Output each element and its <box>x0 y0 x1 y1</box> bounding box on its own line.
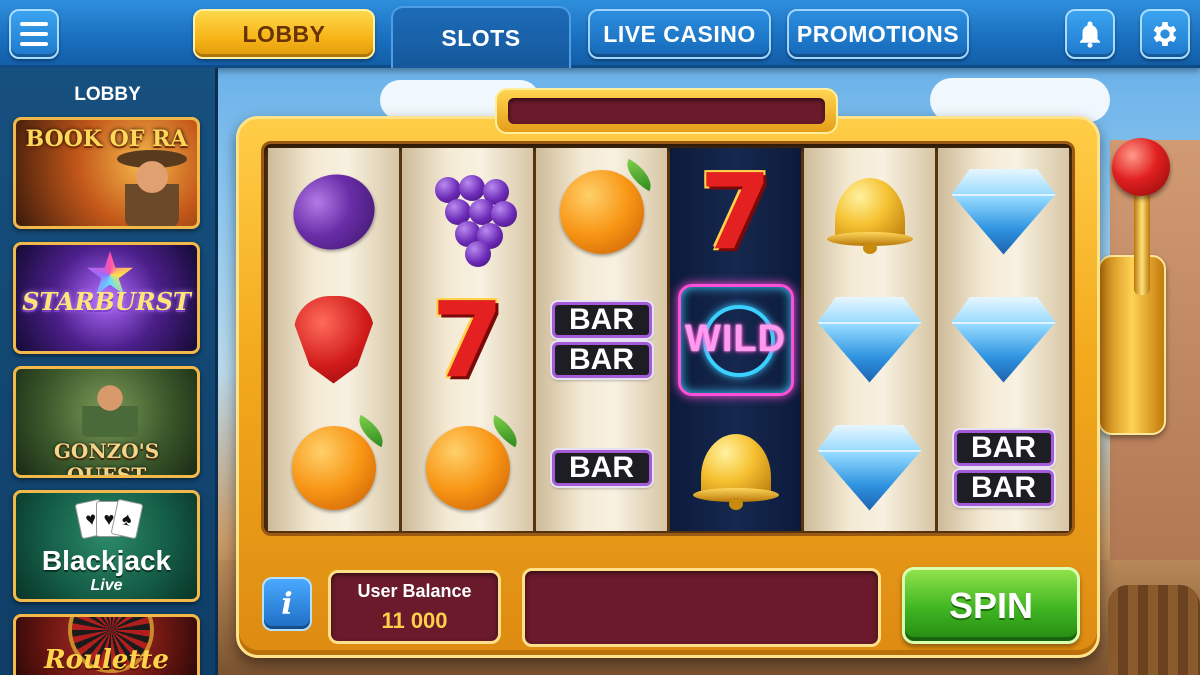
reel-cell <box>268 148 399 275</box>
strawberry-symbol-icon <box>293 295 374 384</box>
seven-symbol: 7 <box>699 150 772 273</box>
reel-cell <box>268 404 399 531</box>
reel-cell <box>938 276 1069 403</box>
lobby-sidebar: LOBBY BOOK OF RA STARBURST GONZO'S QUEST… <box>0 68 218 675</box>
reel-1 <box>268 148 399 531</box>
reel-cell <box>804 404 935 531</box>
game-title: BOOK OF RA <box>25 126 188 152</box>
gear-icon <box>1153 22 1177 46</box>
diamond-symbol-icon <box>951 168 1056 255</box>
spin-button[interactable]: SPIN <box>902 567 1080 644</box>
seven-symbol: 7 <box>431 278 504 401</box>
game-title: GONZO'S QUEST <box>53 439 160 478</box>
bar-symbol: BAR <box>551 449 652 486</box>
hamburger-menu-icon <box>20 22 48 46</box>
reel-3: BAR BAR BAR <box>536 148 667 531</box>
reel-cell <box>804 276 935 403</box>
tab-lobby[interactable]: LOBBY <box>193 9 375 59</box>
orange-symbol-icon <box>559 158 658 254</box>
game-title: Blackjack <box>41 545 172 576</box>
sidebar-title: LOBBY <box>74 84 141 105</box>
reel-6: BAR BAR <box>938 148 1069 531</box>
bar-label: BAR <box>551 341 652 378</box>
tab-slots[interactable]: SLOTS <box>391 6 571 68</box>
bar-label: BAR <box>551 449 652 486</box>
adventurer-icon <box>125 156 179 226</box>
game-subtitle: Live <box>90 577 123 594</box>
reel-cell <box>536 148 667 275</box>
reel-cell <box>938 148 1069 275</box>
game-title: STARBURST <box>22 287 191 316</box>
grapes-symbol-icon <box>425 167 517 267</box>
reel-2: 7 <box>402 148 533 531</box>
reel-cell <box>402 148 533 275</box>
game-thumb-gonzos-quest[interactable]: GONZO'S QUEST <box>13 366 200 478</box>
orange-symbol-icon <box>425 414 524 510</box>
tab-live-casino[interactable]: LIVE CASINO <box>588 9 771 59</box>
lever-base <box>1098 255 1166 435</box>
menu-button[interactable] <box>9 9 59 59</box>
balance-label: User Balance <box>357 581 472 601</box>
bell-symbol-icon <box>826 172 913 254</box>
wild-label: WILD <box>684 318 787 360</box>
game-thumb-book-of-ra[interactable]: BOOK OF RA <box>13 117 200 229</box>
reel-cell: 7 <box>402 276 533 403</box>
message-display <box>522 568 881 647</box>
reel-cell: BAR <box>536 404 667 531</box>
reel-5 <box>804 148 935 531</box>
game-thumb-starburst[interactable]: STARBURST <box>13 242 200 354</box>
orange-symbol-icon <box>291 414 390 510</box>
lever-knob[interactable] <box>1112 138 1170 196</box>
balance-value: 11 000 <box>381 608 448 633</box>
reel-cell <box>670 404 801 531</box>
top-navigation-bar: LOBBY SLOTS LIVE CASINO PROMOTIONS <box>0 0 1200 68</box>
info-button[interactable]: i <box>262 577 312 631</box>
reel-4: 7 WILD <box>670 148 801 531</box>
bell-icon <box>1080 21 1100 48</box>
slot-machine-cabinet: 7 BAR BAR BAR 7 WILD BAR BAR i User Balance … <box>236 116 1100 658</box>
background-barrel <box>1108 585 1200 675</box>
top-display-panel <box>495 88 838 134</box>
top-display-screen <box>508 98 825 124</box>
diamond-symbol-icon <box>951 296 1056 383</box>
notifications-button[interactable] <box>1065 9 1115 59</box>
game-title: Roulette <box>44 645 169 675</box>
reel-cell: BAR BAR <box>938 404 1069 531</box>
wild-symbol: WILD <box>677 283 794 396</box>
reel-cell <box>268 276 399 403</box>
bar-label: BAR <box>953 469 1054 506</box>
reel-cell <box>402 404 533 531</box>
tab-promotions[interactable]: PROMOTIONS <box>787 9 969 59</box>
reels-frame: 7 BAR BAR BAR 7 WILD BAR BAR <box>261 141 1075 536</box>
diamond-symbol-icon <box>817 424 922 511</box>
reel-cell: BAR BAR <box>536 276 667 403</box>
reel-cell: 7 <box>670 148 801 275</box>
balance-display: User Balance 11 000 <box>328 570 501 644</box>
settings-button[interactable] <box>1140 9 1190 59</box>
double-bar-symbol: BAR BAR <box>953 429 1054 506</box>
explorer-icon <box>82 377 138 437</box>
bar-label: BAR <box>551 301 652 338</box>
bell-symbol-icon <box>692 428 779 510</box>
plum-symbol-icon <box>282 162 385 261</box>
reel-cell <box>804 148 935 275</box>
reel-cell: WILD <box>670 276 801 403</box>
double-bar-symbol: BAR BAR <box>551 301 652 378</box>
game-thumb-roulette[interactable]: Roulette <box>13 614 200 675</box>
game-thumb-blackjack-live[interactable]: ♥ ♥ ♠ Blackjack Live <box>13 490 200 602</box>
bar-label: BAR <box>953 429 1054 466</box>
diamond-symbol-icon <box>817 296 922 383</box>
